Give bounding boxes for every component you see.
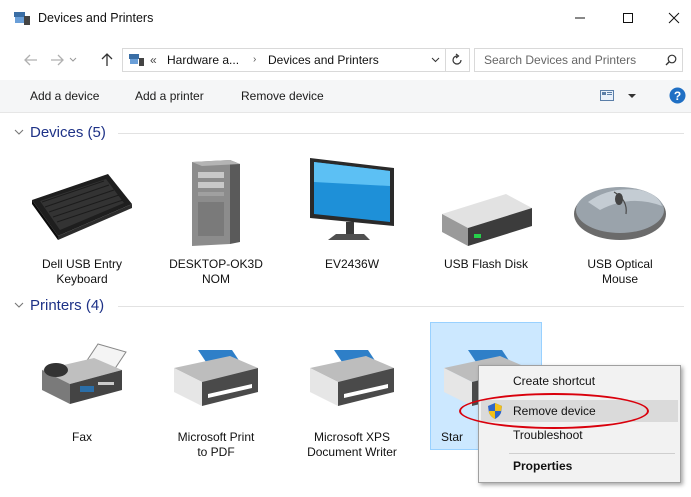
- mouse-icon: [574, 187, 666, 240]
- menu-separator: [509, 453, 675, 454]
- printer-icon: [310, 350, 394, 406]
- breadcrumb-hardware[interactable]: Hardware a...: [167, 53, 239, 67]
- device-item-desktop[interactable]: DESKTOP-OK3D NOM: [160, 150, 272, 290]
- up-arrow-icon: [101, 53, 113, 66]
- breadcrumb-overflow[interactable]: «: [150, 53, 157, 67]
- breadcrumb-devices-printers[interactable]: Devices and Printers: [268, 53, 379, 67]
- menu-item-create-shortcut[interactable]: Create shortcut: [513, 374, 595, 388]
- monitor-icon: [310, 158, 394, 240]
- devices-printers-icon: [14, 12, 30, 25]
- menu-item-troubleshoot[interactable]: Troubleshoot: [513, 428, 583, 442]
- view-dropdown-icon[interactable]: [628, 94, 636, 99]
- printer-label-line1: Fax: [71, 430, 92, 444]
- control-panel-icon: [129, 54, 144, 66]
- device-label-line2: Keyboard: [56, 272, 108, 286]
- back-arrow-icon: [24, 54, 37, 66]
- collapse-chevron-icon[interactable]: [14, 129, 24, 136]
- forward-button[interactable]: [46, 46, 68, 74]
- remove-device-button[interactable]: Remove device: [241, 89, 324, 103]
- minimize-button[interactable]: [558, 4, 602, 32]
- close-button[interactable]: [652, 4, 691, 32]
- up-button[interactable]: [96, 46, 118, 74]
- collapse-chevron-icon[interactable]: [14, 302, 24, 309]
- search-box[interactable]: Search Devices and Printers: [474, 48, 683, 72]
- help-icon[interactable]: ?: [669, 87, 686, 104]
- printer-label-line1: Microsoft Print: [177, 430, 255, 444]
- search-icon[interactable]: [665, 54, 677, 66]
- search-placeholder[interactable]: Search Devices and Printers: [484, 53, 636, 67]
- add-device-button[interactable]: Add a device: [30, 89, 99, 103]
- divider: [445, 49, 446, 71]
- device-item-keyboard[interactable]: Dell USB Entry Keyboard: [26, 150, 138, 290]
- device-label-line1: USB Flash Disk: [443, 257, 529, 271]
- keyboard-icon: [32, 174, 132, 240]
- device-item-monitor[interactable]: EV2436W: [296, 150, 408, 290]
- maximize-button[interactable]: [606, 4, 650, 32]
- device-label-line1: DESKTOP-OK3D: [169, 257, 263, 271]
- device-item-flash-disk[interactable]: USB Flash Disk: [430, 150, 542, 290]
- printer-item-fax[interactable]: Fax: [26, 322, 138, 450]
- printer-item-xps-writer[interactable]: Microsoft XPS Document Writer: [296, 322, 408, 459]
- address-dropdown-icon[interactable]: [431, 57, 440, 63]
- address-row: « Hardware a... › Devices and Printers S…: [0, 46, 691, 74]
- back-button[interactable]: [20, 46, 42, 74]
- printer-item-print-to-pdf[interactable]: Microsoft Print to PDF: [160, 322, 272, 459]
- maximize-icon: [623, 13, 633, 23]
- forward-arrow-icon: [51, 54, 64, 66]
- printer-label-line2: to PDF: [197, 445, 235, 459]
- command-bar: Add a device Add a printer Remove device…: [0, 80, 691, 113]
- group-divider: [118, 306, 684, 307]
- title-bar: Devices and Printers: [0, 0, 691, 36]
- add-printer-button[interactable]: Add a printer: [135, 89, 204, 103]
- desktop-tower-icon: [192, 160, 240, 246]
- change-view-icon[interactable]: [600, 90, 614, 101]
- device-label-line2: Mouse: [601, 272, 639, 286]
- devices-group-header[interactable]: Devices (5): [14, 124, 106, 141]
- minimize-icon: [575, 17, 585, 19]
- address-bar[interactable]: « Hardware a... › Devices and Printers: [122, 48, 470, 72]
- group-divider: [118, 133, 684, 134]
- device-label-line2: NOM: [202, 272, 230, 286]
- usb-drive-icon: [442, 194, 532, 246]
- printer-label-line2: Document Writer: [307, 445, 397, 459]
- device-label-line1: EV2436W: [324, 257, 380, 271]
- refresh-icon[interactable]: [450, 53, 464, 67]
- recent-locations-button[interactable]: [66, 46, 80, 74]
- annotation-highlight-oval: [459, 393, 649, 429]
- device-label-line1: Dell USB Entry: [41, 257, 123, 271]
- printers-group-label: Printers (4): [30, 297, 105, 314]
- printer-icon: [174, 350, 258, 406]
- device-item-mouse[interactable]: USB Optical Mouse: [564, 150, 676, 290]
- devices-group-label: Devices (5): [30, 124, 106, 141]
- fax-icon: [42, 343, 127, 404]
- device-label-line1: USB Optical: [587, 257, 653, 271]
- close-icon: [668, 12, 680, 24]
- printer-label-line1: Microsoft XPS: [313, 430, 391, 444]
- menu-item-properties[interactable]: Properties: [513, 459, 572, 473]
- window-title: Devices and Printers: [38, 11, 154, 25]
- breadcrumb-separator-icon: ›: [253, 54, 257, 65]
- svg-text:?: ?: [674, 89, 681, 103]
- chevron-down-icon: [69, 57, 77, 62]
- printers-group-header[interactable]: Printers (4): [14, 297, 104, 314]
